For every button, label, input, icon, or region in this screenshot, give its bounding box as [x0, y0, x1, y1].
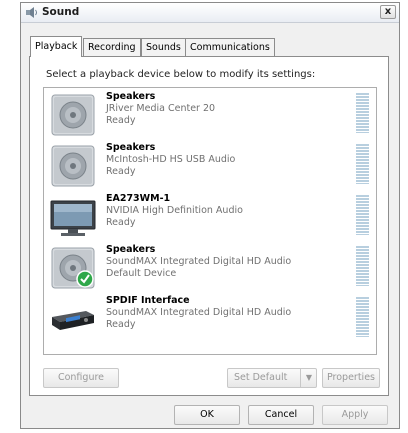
speaker-icon [51, 145, 95, 187]
device-item-speakers-soundmax[interactable]: Speakers SoundMAX Integrated Digital HD … [44, 243, 376, 293]
device-item-spdif[interactable]: SPDIF Interface SoundMAX Integrated Digi… [44, 294, 376, 344]
device-status: Ready [106, 166, 136, 177]
properties-button[interactable]: Properties [322, 368, 380, 388]
level-meter [356, 246, 369, 286]
device-status: Ready [106, 217, 136, 228]
title-bar[interactable]: Sound x [21, 3, 399, 23]
device-name: SPDIF Interface [106, 295, 190, 306]
spdif-receiver-icon [52, 311, 94, 330]
device-description: JRiver Media Center 20 [106, 103, 216, 114]
level-meter [356, 144, 369, 184]
tab-sounds[interactable]: Sounds [141, 38, 186, 56]
level-meter [356, 297, 369, 337]
set-default-button[interactable]: Set Default ▼ [227, 368, 317, 388]
device-item-speakers-mcintosh[interactable]: Speakers McIntosh-HD HS USB Audio Ready [44, 141, 376, 191]
level-meter [356, 195, 369, 235]
device-status: Default Device [106, 268, 177, 279]
device-description: McIntosh-HD HS USB Audio [106, 154, 236, 165]
playback-panel: Select a playback device below to modify… [29, 56, 389, 396]
speaker-app-icon [26, 7, 37, 18]
tab-communications[interactable]: Communications [185, 38, 275, 56]
device-status: Ready [106, 115, 136, 126]
device-description: SoundMAX Integrated Digital HD Audio [106, 307, 292, 318]
device-description: SoundMAX Integrated Digital HD Audio [106, 256, 292, 267]
window-title: Sound [42, 6, 80, 18]
apply-button[interactable]: Apply [322, 405, 388, 425]
configure-button[interactable]: Configure [43, 368, 119, 388]
speaker-icon [51, 94, 95, 136]
sound-dialog: Sound x Playback Recording Sounds Commun… [20, 2, 400, 429]
instruction-text: Select a playback device below to modify… [46, 69, 316, 80]
tab-recording[interactable]: Recording [83, 38, 141, 56]
device-name: EA273WM-1 [106, 193, 171, 204]
tab-playback[interactable]: Playback [30, 36, 83, 57]
speaker-default-icon [51, 247, 95, 289]
set-default-label: Set Default [234, 372, 288, 383]
device-status: Ready [106, 319, 136, 330]
monitor-icon [50, 200, 96, 236]
cancel-button[interactable]: Cancel [248, 405, 314, 425]
device-name: Speakers [106, 244, 156, 255]
ok-button[interactable]: OK [174, 405, 240, 425]
device-item-ea273wm[interactable]: EA273WM-1 NVIDIA High Definition Audio R… [44, 192, 376, 242]
device-item-speakers-jriver[interactable]: Speakers JRiver Media Center 20 Ready [44, 90, 376, 140]
device-name: Speakers [106, 142, 156, 153]
device-name: Speakers [106, 91, 156, 102]
chevron-down-icon[interactable]: ▼ [300, 369, 317, 387]
device-description: NVIDIA High Definition Audio [106, 205, 243, 216]
level-meter [356, 93, 369, 133]
device-list: Speakers JRiver Media Center 20 Ready Sp… [43, 87, 377, 355]
close-button[interactable]: x [380, 5, 396, 19]
